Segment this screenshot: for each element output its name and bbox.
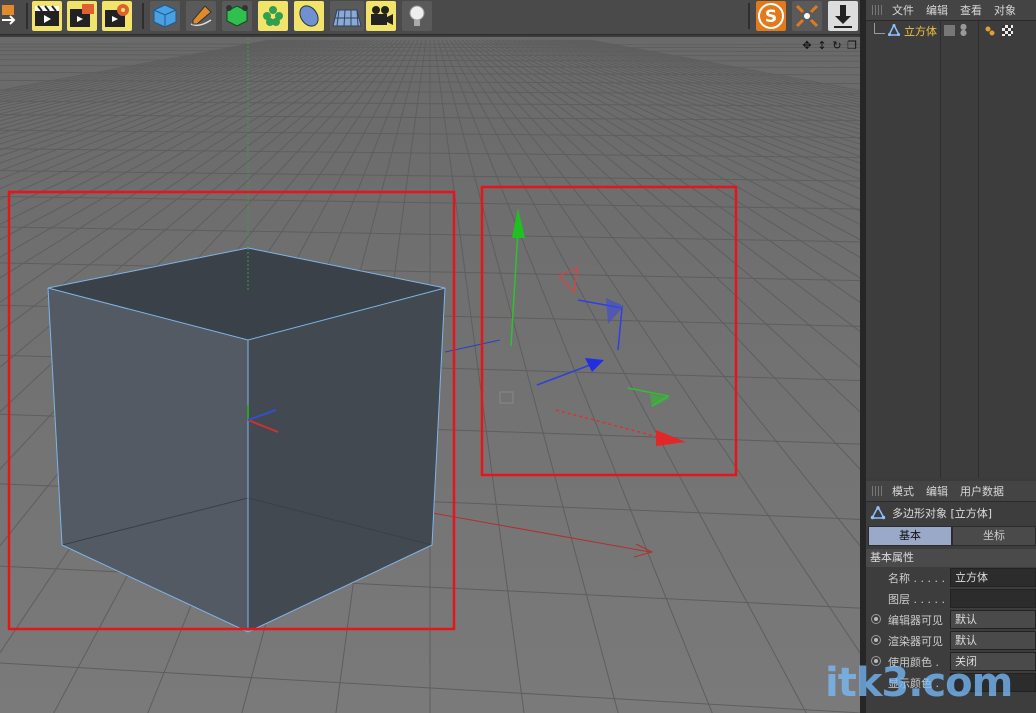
object-manager-menubar: 文件 编辑 查看 对象 (866, 0, 1036, 21)
panel-grip-icon[interactable] (872, 486, 884, 496)
menu-view[interactable]: 查看 (960, 2, 982, 18)
maximize-view-icon[interactable]: ❐ (846, 40, 858, 52)
rotate-view-icon[interactable]: ↻ (831, 40, 843, 52)
field-label: 名称 . . . . . (888, 571, 945, 585)
render-settings-icon[interactable] (102, 1, 132, 31)
editor-visible-select[interactable]: 默认 (950, 610, 1036, 629)
viewport-scene (0, 37, 860, 713)
cloner-icon[interactable] (258, 1, 288, 31)
animate-radio-icon[interactable] (871, 614, 881, 624)
layer-input[interactable] (950, 589, 1036, 608)
camera-icon[interactable] (366, 1, 396, 31)
object-manager: 文件 编辑 查看 对象 立方体 ● ● (866, 0, 1036, 478)
polygon-object-icon (870, 506, 886, 520)
light-icon[interactable] (402, 1, 432, 31)
layer-icon[interactable] (944, 25, 955, 36)
3d-viewport[interactable]: ✥ ↕ ↻ ❐ (0, 37, 860, 713)
visibility-dots-icon[interactable]: ● ● (960, 23, 967, 37)
svg-text:S: S (765, 7, 777, 27)
panel-grip-icon[interactable] (872, 5, 884, 15)
zoom-view-icon[interactable]: ↕ (816, 40, 828, 52)
attribute-manager-menubar: 模式 编辑 用户数据 (866, 481, 1036, 502)
animate-radio-icon[interactable] (871, 635, 881, 645)
phong-tag-icon[interactable] (984, 25, 996, 40)
name-input[interactable]: 立方体 (950, 568, 1036, 587)
main-toolbar: S (0, 0, 860, 35)
render-visible-select[interactable]: 默认 (950, 631, 1036, 650)
section-basic-properties: 基本属性 (866, 549, 1036, 567)
deformer-icon[interactable] (294, 1, 324, 31)
menu-user-data[interactable]: 用户数据 (960, 483, 1004, 499)
viewport-nav-icons: ✥ ↕ ↻ ❐ (801, 40, 858, 54)
object-row-cube[interactable]: 立方体 ● ● (866, 22, 1036, 40)
field-label: 图层 . . . . . (888, 592, 945, 606)
pen-spline-icon[interactable] (186, 1, 216, 31)
watermark-text: itk3.com (825, 660, 1013, 706)
field-layer: 图层 . . . . . (866, 588, 1036, 609)
attribute-tabs: 基本 坐标 (868, 526, 1036, 546)
attribute-object-title: 多边形对象 [立方体] (892, 507, 993, 520)
cube-icon[interactable] (150, 1, 180, 31)
menu-object[interactable]: 对象 (994, 2, 1016, 18)
floor-icon[interactable] (330, 1, 364, 31)
move-view-icon[interactable]: ✥ (801, 40, 813, 52)
render-picture-viewer-icon[interactable] (67, 1, 97, 31)
render-view-icon[interactable] (32, 1, 62, 31)
menu-edit[interactable]: 编辑 (926, 483, 948, 499)
tab-basic[interactable]: 基本 (868, 526, 952, 546)
polygon-object-icon (887, 22, 901, 39)
field-render-visible: 渲染器可见 默认 (866, 630, 1036, 651)
menu-mode[interactable]: 模式 (892, 483, 914, 499)
texture-tag-icon[interactable] (1002, 25, 1013, 36)
field-editor-visible: 编辑器可见 默认 (866, 609, 1036, 630)
menu-edit[interactable]: 编辑 (926, 2, 948, 18)
snap-icon[interactable]: S (756, 1, 786, 31)
generator-icon[interactable] (222, 1, 252, 31)
menu-file[interactable]: 文件 (892, 2, 914, 18)
attribute-object-title-row: 多边形对象 [立方体] (866, 502, 1036, 524)
axis-lock-icon[interactable] (792, 1, 822, 31)
tab-coordinates[interactable]: 坐标 (952, 526, 1036, 546)
tree-line-icon (874, 22, 885, 34)
undo-arrow-icon[interactable] (0, 1, 18, 31)
field-name: 名称 . . . . . 立方体 (866, 567, 1036, 588)
object-name-label[interactable]: 立方体 (904, 23, 937, 39)
drop-icon[interactable] (828, 1, 858, 31)
